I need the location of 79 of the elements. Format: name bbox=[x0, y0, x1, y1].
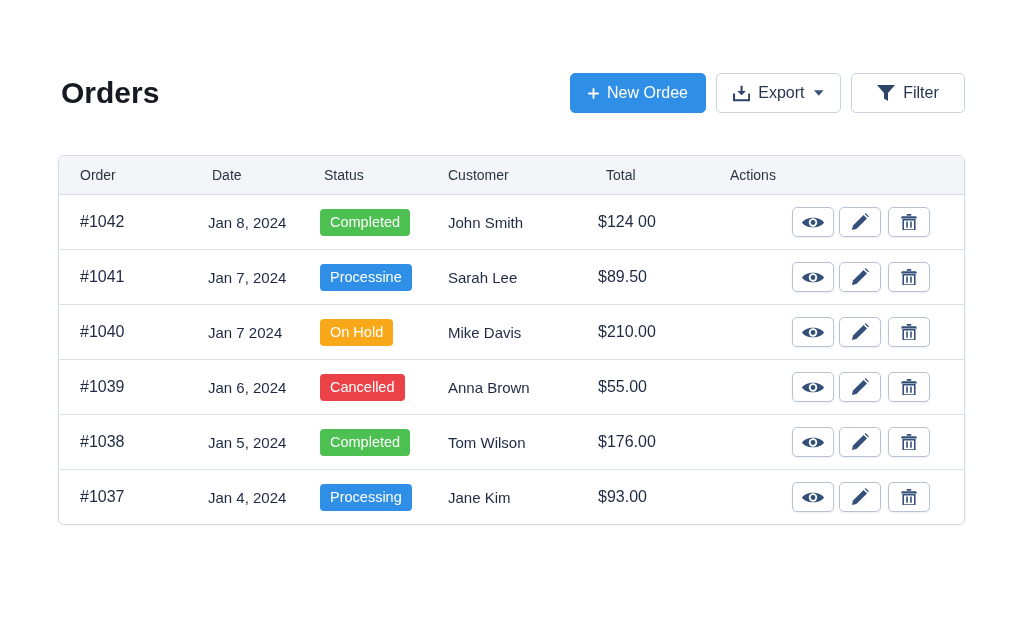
order-number-cell: #1041 bbox=[80, 268, 125, 286]
view-button[interactable] bbox=[792, 317, 834, 347]
edit-button[interactable] bbox=[839, 372, 881, 402]
total-cell: $55.00 bbox=[598, 378, 647, 396]
view-button[interactable] bbox=[792, 372, 834, 402]
date-cell: Jan 6, 2024 bbox=[208, 378, 287, 396]
trash-icon bbox=[901, 489, 917, 505]
pencil-icon bbox=[851, 323, 869, 341]
caret-icon bbox=[814, 90, 824, 96]
date-cell: Jan 4, 2024 bbox=[208, 488, 287, 506]
status-badge: Processing bbox=[320, 483, 412, 511]
export-button[interactable]: Export bbox=[716, 73, 841, 113]
status-badge: Completed bbox=[320, 428, 411, 456]
edit-button[interactable] bbox=[839, 427, 881, 457]
delete-button[interactable] bbox=[888, 317, 930, 347]
eye-icon bbox=[802, 270, 824, 284]
trash-icon bbox=[901, 324, 917, 340]
delete-button[interactable] bbox=[888, 207, 930, 237]
view-button[interactable] bbox=[792, 427, 834, 457]
delete-button[interactable] bbox=[888, 482, 930, 512]
column-header: Customer bbox=[448, 167, 509, 183]
column-header: Actions bbox=[730, 167, 776, 183]
trash-icon bbox=[901, 269, 917, 285]
date-cell: Jan 7, 2024 bbox=[208, 268, 287, 286]
eye-icon bbox=[802, 215, 824, 229]
edit-button[interactable] bbox=[839, 482, 881, 512]
page-title: Orders bbox=[61, 78, 160, 108]
edit-button[interactable] bbox=[839, 317, 881, 347]
eye-icon bbox=[802, 490, 824, 504]
date-cell: Jan 8, 2024 bbox=[208, 213, 287, 231]
view-button[interactable] bbox=[792, 482, 834, 512]
pencil-icon bbox=[851, 378, 869, 396]
view-button[interactable] bbox=[792, 262, 834, 292]
pencil-icon bbox=[851, 268, 869, 286]
trash-icon bbox=[901, 379, 917, 395]
edit-button[interactable] bbox=[839, 207, 881, 237]
eye-icon bbox=[802, 435, 824, 449]
column-header: Order bbox=[80, 167, 116, 183]
trash-icon bbox=[901, 214, 917, 230]
delete-button[interactable] bbox=[888, 427, 930, 457]
column-header: Status bbox=[323, 167, 364, 183]
trash-icon bbox=[901, 434, 917, 450]
pencil-icon bbox=[851, 433, 869, 451]
customer-cell: Tom Wilson bbox=[448, 433, 526, 451]
eye-icon bbox=[802, 325, 824, 339]
order-number-cell: #1040 bbox=[80, 323, 125, 341]
order-number-cell: #1039 bbox=[80, 378, 125, 396]
edit-button[interactable] bbox=[839, 262, 881, 292]
status-badge: Completed bbox=[320, 208, 411, 236]
funnel-icon bbox=[877, 85, 896, 101]
pencil-icon bbox=[851, 213, 869, 231]
total-cell: $210.00 bbox=[598, 323, 656, 341]
total-cell: $93.00 bbox=[598, 488, 647, 506]
view-button[interactable] bbox=[792, 207, 834, 237]
customer-cell: Mike Davis bbox=[448, 323, 522, 341]
column-header: Total bbox=[605, 167, 636, 183]
customer-cell: John Smith bbox=[448, 213, 524, 231]
pencil-icon bbox=[851, 488, 869, 506]
customer-cell: Jane Kim bbox=[448, 488, 511, 506]
plus-icon bbox=[588, 87, 600, 99]
download-icon bbox=[733, 84, 751, 102]
status-badge: Cancelled bbox=[320, 373, 405, 401]
order-number-cell: #1042 bbox=[80, 213, 125, 231]
delete-button[interactable] bbox=[888, 262, 930, 292]
customer-cell: Anna Brown bbox=[448, 378, 530, 396]
order-number-cell: #1037 bbox=[80, 488, 125, 506]
eye-icon bbox=[802, 380, 824, 394]
column-header: Date bbox=[211, 167, 242, 183]
customer-cell: Sarah Lee bbox=[448, 268, 518, 286]
filter-button[interactable]: Filter bbox=[851, 73, 965, 113]
total-cell: $124 00 bbox=[598, 213, 656, 231]
status-badge: Processine bbox=[320, 263, 412, 291]
date-cell: Jan 7 2024 bbox=[208, 323, 283, 341]
order-number-cell: #1038 bbox=[80, 433, 125, 451]
date-cell: Jan 5, 2024 bbox=[208, 433, 287, 451]
delete-button[interactable] bbox=[888, 372, 930, 402]
total-cell: $176.00 bbox=[598, 433, 656, 451]
total-cell: $89.50 bbox=[598, 268, 647, 286]
status-badge: On Hold bbox=[320, 318, 394, 346]
